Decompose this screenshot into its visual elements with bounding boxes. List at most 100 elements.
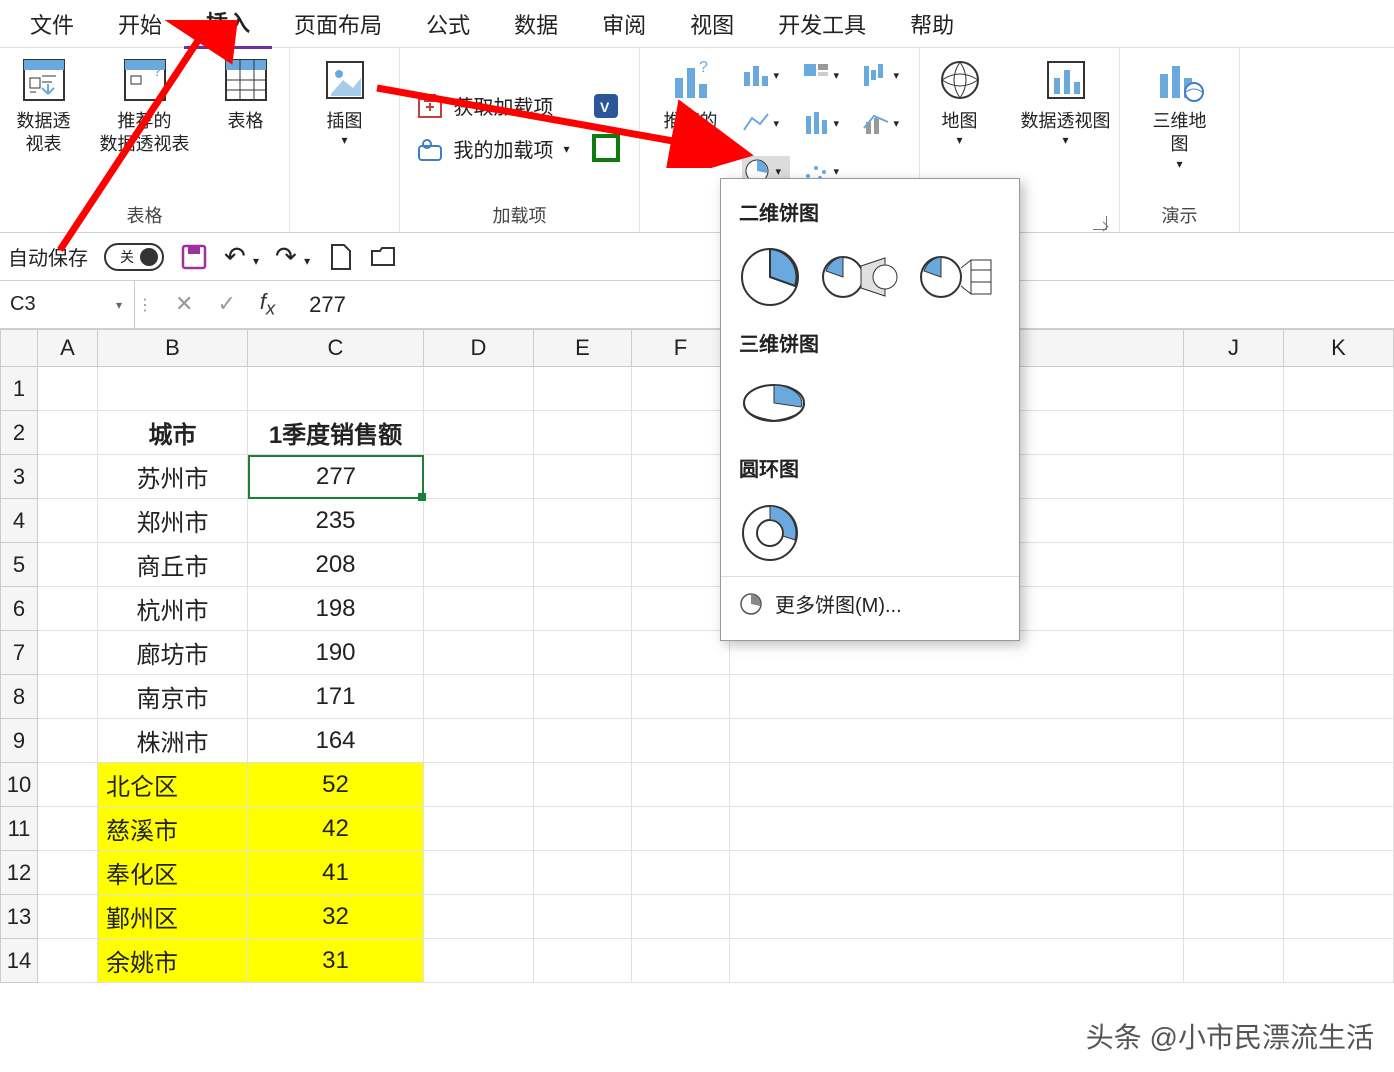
cell[interactable]: 190 [248,631,424,675]
row-header[interactable]: 7 [0,631,38,675]
col-header[interactable]: J [1184,329,1284,367]
cell[interactable] [534,807,632,851]
name-box[interactable]: C3▾ [0,281,135,328]
cell[interactable]: 余姚市 [98,939,248,983]
select-all-corner[interactable] [0,329,38,367]
cell[interactable] [424,895,534,939]
cell[interactable]: 杭州市 [98,587,248,631]
tab-formula[interactable]: 公式 [404,0,492,48]
cell[interactable] [1184,499,1284,543]
col-header[interactable]: C [248,329,424,367]
cell[interactable] [424,543,534,587]
cell[interactable]: 1季度销售额 [248,411,424,455]
tab-help[interactable]: 帮助 [888,0,976,48]
pivot-chart-button[interactable]: 数据透视图▾ [1011,54,1121,149]
cell[interactable] [534,851,632,895]
new-sheet-icon[interactable] [326,243,354,271]
cell[interactable] [632,763,730,807]
col-header[interactable]: D [424,329,534,367]
tab-file[interactable]: 文件 [8,0,96,48]
cell[interactable]: 苏州市 [98,455,248,499]
tab-layout[interactable]: 页面布局 [272,0,404,48]
cell[interactable] [730,807,1184,851]
cell[interactable] [1284,939,1394,983]
cell[interactable] [1284,367,1394,411]
cell[interactable] [632,675,730,719]
cell[interactable]: 奉化区 [98,851,248,895]
cell[interactable] [38,675,98,719]
cell[interactable] [38,719,98,763]
accept-formula-button[interactable]: ✓ [217,291,235,317]
cell[interactable] [38,411,98,455]
bar-of-pie-option[interactable] [919,246,997,308]
cell[interactable] [730,939,1184,983]
col-header[interactable]: A [38,329,98,367]
cell[interactable]: 41 [248,851,424,895]
cell[interactable] [534,499,632,543]
cell[interactable] [1184,411,1284,455]
row-header[interactable]: 10 [0,763,38,807]
cell[interactable] [534,763,632,807]
row-header[interactable]: 1 [0,367,38,411]
cell[interactable] [38,851,98,895]
statistic-chart-button[interactable]: ▾ [802,110,850,136]
cancel-formula-button[interactable]: ✕ [175,291,193,317]
cell[interactable] [534,719,632,763]
get-addins-button[interactable]: 获取加载项 [417,91,569,120]
cell[interactable] [38,895,98,939]
cell[interactable] [1284,807,1394,851]
row-header[interactable]: 2 [0,411,38,455]
pie-2d-option[interactable] [739,246,801,308]
cell[interactable] [632,719,730,763]
cell[interactable]: 42 [248,807,424,851]
cell[interactable]: 慈溪市 [98,807,248,851]
tab-dev[interactable]: 开发工具 [756,0,888,48]
cell[interactable] [38,587,98,631]
cell[interactable]: 198 [248,587,424,631]
3d-map-button[interactable]: 三维地 图▾ [1139,54,1221,172]
tab-home[interactable]: 开始 [96,0,184,48]
cell[interactable] [1184,895,1284,939]
cell[interactable] [38,499,98,543]
cell[interactable] [38,939,98,983]
rec-pivot-button[interactable]: ? 推荐的 数据透视表 [95,54,195,157]
cell[interactable] [38,455,98,499]
cell[interactable] [534,543,632,587]
cell[interactable] [1184,675,1284,719]
cell[interactable]: 277 [248,455,424,499]
tab-view[interactable]: 视图 [668,0,756,48]
cell[interactable] [534,675,632,719]
tab-review[interactable]: 审阅 [580,0,668,48]
column-chart-button[interactable]: ▾ [742,62,790,88]
cell[interactable] [1184,543,1284,587]
line-chart-button[interactable]: ▾ [742,110,790,136]
cell[interactable] [424,939,534,983]
cell[interactable] [730,851,1184,895]
cell[interactable] [1184,939,1284,983]
cell[interactable] [424,675,534,719]
combo-chart-button[interactable]: ▾ [862,110,910,136]
cell[interactable] [424,499,534,543]
cell[interactable]: 商丘市 [98,543,248,587]
cell[interactable] [632,807,730,851]
cell[interactable]: 235 [248,499,424,543]
cell[interactable] [632,411,730,455]
cell[interactable] [424,851,534,895]
cell[interactable] [632,455,730,499]
cell[interactable] [424,455,534,499]
tab-insert[interactable]: 插入 [184,0,272,49]
cell[interactable]: 城市 [98,411,248,455]
cell[interactable] [38,631,98,675]
row-header[interactable]: 3 [0,455,38,499]
cell[interactable] [730,719,1184,763]
cell[interactable]: 鄞州区 [98,895,248,939]
autosave-toggle[interactable]: 关 [104,243,164,271]
col-header[interactable]: E [534,329,632,367]
cell[interactable] [632,851,730,895]
row-header[interactable]: 6 [0,587,38,631]
cell[interactable] [632,367,730,411]
cell[interactable] [534,895,632,939]
cell[interactable]: 31 [248,939,424,983]
cell[interactable] [1184,631,1284,675]
save-icon[interactable] [180,243,208,271]
